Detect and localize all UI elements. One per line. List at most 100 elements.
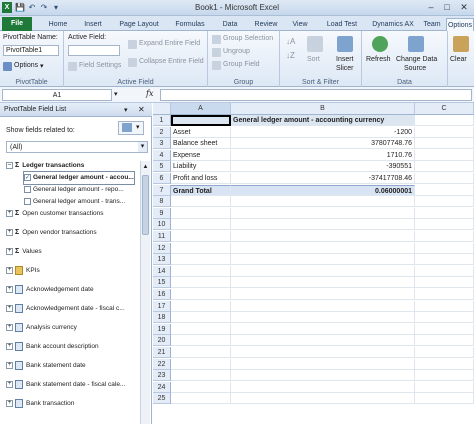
row-header[interactable]: 24	[153, 381, 171, 393]
cell-b[interactable]	[231, 265, 415, 277]
row-header[interactable]: 9	[153, 207, 171, 219]
row-header[interactable]: 18	[153, 312, 171, 324]
cell-a[interactable]	[171, 393, 231, 405]
cell-a[interactable]	[171, 289, 231, 300]
cell-c[interactable]	[415, 254, 474, 266]
options-dropdown-icon[interactable]: ▾	[40, 62, 44, 70]
row-header[interactable]: 7	[153, 184, 171, 196]
cell-a[interactable]	[171, 381, 231, 393]
column-header-b[interactable]: B	[231, 103, 415, 115]
pane-close-icon[interactable]: ✕	[138, 105, 145, 114]
field-item[interactable]: + KPIs	[6, 265, 40, 277]
cell-a[interactable]	[171, 115, 231, 126]
cell-a[interactable]: Liability	[171, 161, 231, 173]
refresh-button[interactable]: Refresh	[366, 56, 391, 63]
cell-c[interactable]	[415, 323, 474, 335]
cell-c[interactable]	[415, 358, 474, 370]
cell-c[interactable]	[415, 138, 474, 150]
cell-a[interactable]	[171, 207, 231, 219]
field-settings-button[interactable]: Field Settings	[79, 62, 121, 69]
row-header[interactable]: 4	[153, 149, 171, 161]
cell-c[interactable]	[415, 347, 474, 358]
field-item[interactable]: + Bank statement date - fiscal cale...	[6, 379, 125, 391]
cell-c[interactable]	[415, 161, 474, 173]
cell-b[interactable]	[231, 370, 415, 382]
cell-c[interactable]	[415, 393, 474, 405]
cell-a[interactable]: Profit and loss	[171, 173, 231, 184]
cell-c[interactable]	[415, 184, 474, 196]
row-header[interactable]: 15	[153, 277, 171, 289]
cell-b[interactable]: -37417708.46	[231, 173, 415, 184]
cell-b[interactable]: -390551	[231, 161, 415, 173]
name-box[interactable]: A1	[2, 89, 112, 101]
field-item[interactable]: + Σ Values	[6, 246, 42, 258]
cell-a[interactable]	[171, 312, 231, 324]
expand-icon[interactable]: +	[6, 266, 13, 274]
cell-a[interactable]: Grand Total	[171, 184, 231, 196]
cell-a[interactable]	[171, 358, 231, 370]
cell-c[interactable]	[415, 289, 474, 300]
field-checkbox[interactable]	[24, 197, 31, 205]
field-item[interactable]: General ledger amount - repo...	[24, 184, 124, 196]
expand-icon[interactable]: +	[6, 342, 13, 350]
cell-a[interactable]	[171, 231, 231, 242]
cell-a[interactable]: Balance sheet	[171, 138, 231, 150]
expand-icon[interactable]: +	[6, 247, 13, 255]
tab-load-test[interactable]: Load Test	[322, 18, 362, 31]
cell-c[interactable]	[415, 126, 474, 138]
cell-b[interactable]	[231, 358, 415, 370]
cell-b[interactable]	[231, 231, 415, 242]
layout-dropdown-icon[interactable]: ▾	[136, 123, 140, 131]
tab-data[interactable]: Data	[218, 18, 242, 31]
minimize-button[interactable]: –	[424, 1, 438, 13]
cell-a[interactable]: Expense	[171, 149, 231, 161]
row-header[interactable]: 19	[153, 323, 171, 335]
cell-b[interactable]	[231, 254, 415, 266]
field-checkbox[interactable]: ✓	[24, 173, 31, 181]
tab-options[interactable]: Options	[446, 18, 474, 31]
select-all-corner[interactable]	[153, 103, 171, 115]
cell-c[interactable]	[415, 149, 474, 161]
cell-b[interactable]	[231, 196, 415, 208]
column-header-c[interactable]: C	[415, 103, 474, 115]
cell-b[interactable]	[231, 207, 415, 219]
cell-c[interactable]	[415, 265, 474, 277]
field-item[interactable]: + Acknowledgement date	[6, 284, 94, 296]
cell-a[interactable]	[171, 219, 231, 231]
cell-c[interactable]	[415, 231, 474, 242]
show-fields-select[interactable]: (All)	[6, 141, 148, 153]
name-box-dropdown-icon[interactable]: ▾	[114, 90, 118, 98]
expand-icon[interactable]: +	[6, 380, 13, 388]
cell-a[interactable]	[171, 370, 231, 382]
tab-home[interactable]: Home	[44, 18, 72, 31]
cell-b[interactable]	[231, 242, 415, 254]
field-checkbox[interactable]	[24, 185, 31, 193]
row-header[interactable]: 1	[153, 115, 171, 126]
cell-b[interactable]: General ledger amount - accounting curre…	[231, 115, 415, 126]
sort-az-icon[interactable]: ↓A	[286, 37, 295, 46]
cell-c[interactable]	[415, 300, 474, 312]
expand-entire-field-button[interactable]: Expand Entire Field	[139, 40, 200, 47]
cell-a[interactable]	[171, 300, 231, 312]
ungroup-button[interactable]: Ungroup	[223, 48, 250, 55]
cell-c[interactable]	[415, 312, 474, 324]
sort-button[interactable]: Sort	[307, 56, 320, 63]
collapse-icon[interactable]: –	[6, 161, 13, 169]
row-header[interactable]: 25	[153, 393, 171, 405]
show-fields-dropdown-icon[interactable]: ▾	[138, 142, 147, 152]
column-header-a[interactable]: A	[171, 103, 231, 115]
row-header[interactable]: 21	[153, 347, 171, 358]
pivottable-name-input[interactable]: PivotTable1	[3, 45, 59, 56]
cell-a[interactable]	[171, 254, 231, 266]
cell-a[interactable]	[171, 196, 231, 208]
row-header[interactable]: 5	[153, 161, 171, 173]
row-header[interactable]: 8	[153, 196, 171, 208]
collapse-entire-field-button[interactable]: Collapse Entire Field	[139, 58, 204, 65]
row-header[interactable]: 20	[153, 335, 171, 347]
field-item[interactable]: + Bank transaction	[6, 398, 74, 410]
insert-slicer-button-line2[interactable]: Slicer	[336, 65, 354, 72]
cell-b[interactable]: 37807748.76	[231, 138, 415, 150]
tab-dynamics-ax[interactable]: Dynamics AX	[370, 18, 416, 31]
field-item[interactable]: + Σ Open vendor transactions	[6, 227, 97, 239]
row-header[interactable]: 11	[153, 231, 171, 242]
